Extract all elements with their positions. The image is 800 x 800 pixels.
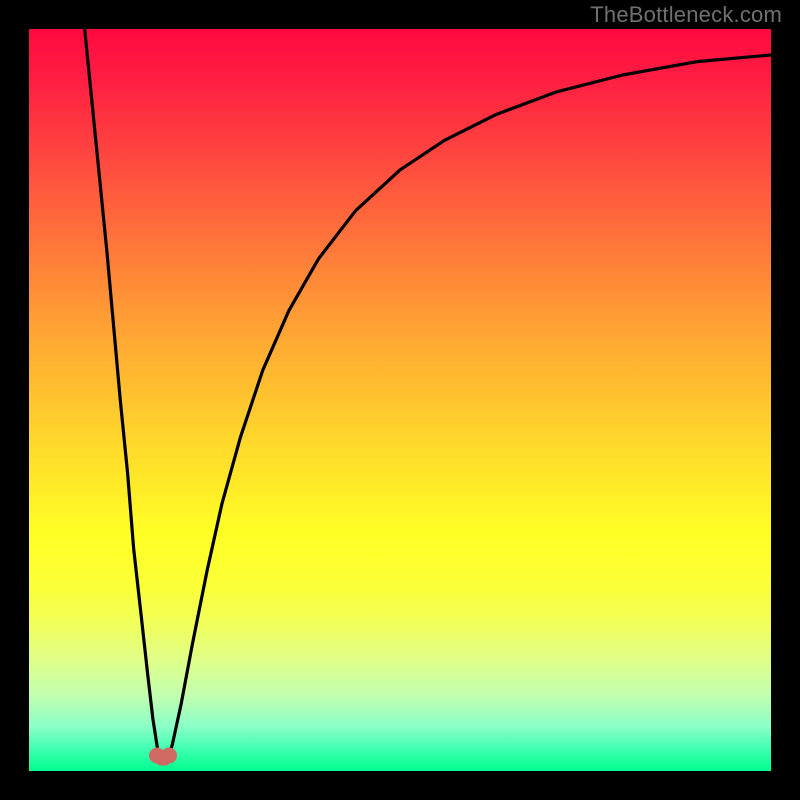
plot-area xyxy=(29,29,771,771)
curve-svg xyxy=(29,29,771,771)
marker-bridge-icon xyxy=(155,754,171,766)
watermark-text: TheBottleneck.com xyxy=(590,2,782,28)
minimum-marker xyxy=(149,746,177,767)
bottleneck-curve xyxy=(85,29,771,764)
chart-frame: TheBottleneck.com xyxy=(0,0,800,800)
